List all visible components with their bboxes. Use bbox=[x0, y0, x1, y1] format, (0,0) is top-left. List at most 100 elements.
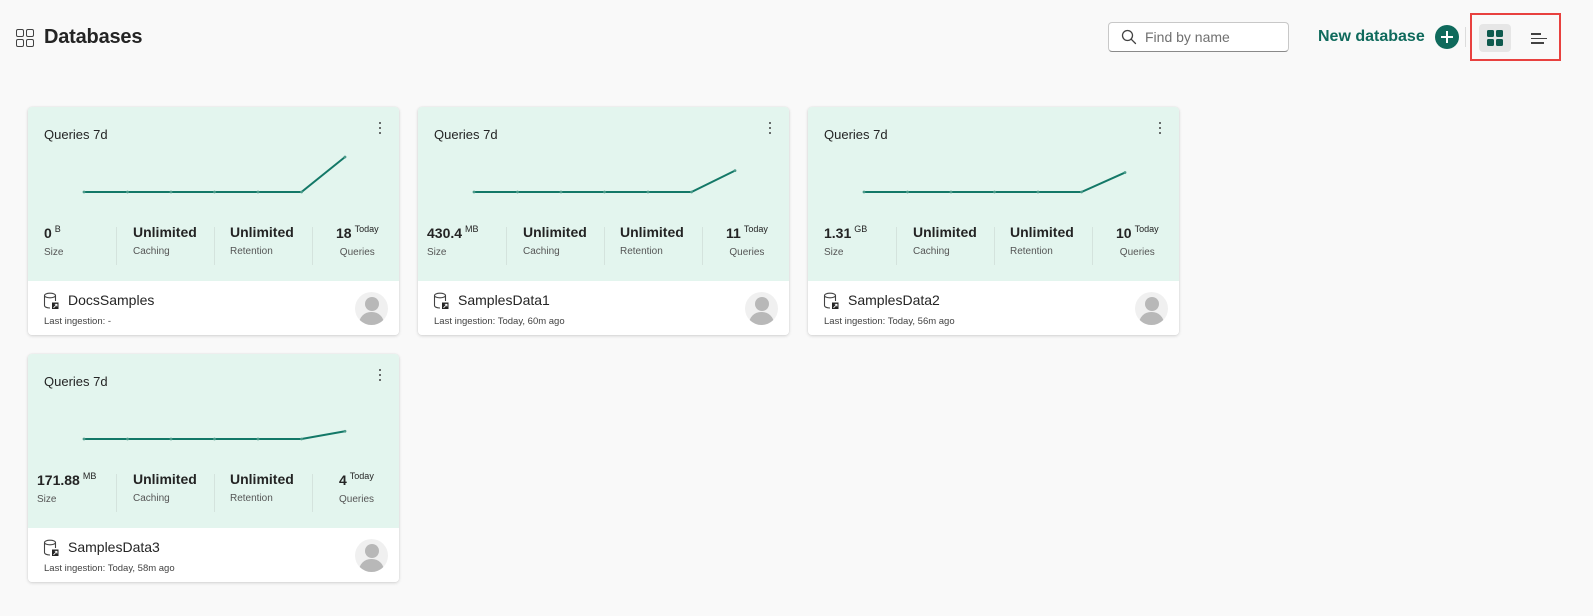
more-options-icon[interactable] bbox=[375, 366, 385, 384]
retention-label: Retention bbox=[230, 493, 273, 504]
database-card[interactable]: Queries 7d 0B Size Unlimited Caching Unl… bbox=[28, 107, 399, 335]
card-stats-panel: Queries 7d 430.4 MB Size Unlimited Cachin… bbox=[418, 107, 789, 281]
size-unit: MB bbox=[82, 471, 97, 481]
queries-sparkline bbox=[82, 429, 347, 441]
retention-value: Unlimited bbox=[1010, 224, 1074, 240]
more-options-icon[interactable] bbox=[765, 119, 775, 137]
queries-sparkline bbox=[472, 169, 737, 194]
sparkline-point bbox=[256, 190, 260, 194]
database-name-link[interactable]: DocsSamples bbox=[68, 292, 154, 308]
caching-value: Unlimited bbox=[913, 224, 977, 240]
grid-view-button[interactable] bbox=[1479, 24, 1511, 52]
last-ingestion-text: Last ingestion: - bbox=[44, 316, 112, 327]
sparkline-point bbox=[300, 190, 303, 194]
card-footer: SamplesData1 Last ingestion: Today, 60m … bbox=[418, 281, 789, 335]
list-view-button[interactable] bbox=[1523, 24, 1555, 52]
more-options-icon[interactable] bbox=[375, 119, 385, 137]
sparkline-point bbox=[169, 190, 173, 194]
sparkline-point bbox=[516, 190, 519, 194]
queries-unit: Today bbox=[349, 471, 374, 481]
owner-avatar[interactable] bbox=[745, 292, 778, 325]
sparkline-point bbox=[906, 190, 909, 194]
database-name-link[interactable]: SamplesData1 bbox=[458, 292, 550, 308]
database-shortcut-icon bbox=[43, 539, 59, 556]
metric-queries: 18 Today Queries bbox=[336, 224, 379, 264]
sparkline-point bbox=[472, 190, 476, 194]
metric-size: 0B Size bbox=[44, 224, 63, 264]
sparkline-point bbox=[343, 429, 347, 433]
new-database-button[interactable]: New database bbox=[1318, 25, 1459, 49]
metric-caching: Unlimited Caching bbox=[913, 224, 977, 264]
retention-label: Retention bbox=[230, 246, 273, 257]
sparkline-point bbox=[603, 190, 606, 194]
metric-divider bbox=[604, 227, 605, 265]
metric-queries: 10 Today Queries bbox=[1116, 224, 1159, 264]
retention-value: Unlimited bbox=[230, 224, 294, 240]
database-card[interactable]: Queries 7d 1.31 GB Size Unlimited Caching… bbox=[808, 107, 1179, 335]
queries-value: 10 bbox=[1116, 225, 1132, 241]
apps-grid-icon bbox=[16, 28, 34, 47]
caching-label: Caching bbox=[133, 493, 170, 504]
sparkline-point bbox=[862, 190, 866, 194]
size-unit: GB bbox=[854, 224, 868, 234]
database-shortcut-icon bbox=[823, 292, 839, 309]
database-name-link[interactable]: SamplesData2 bbox=[848, 292, 940, 308]
queries-sparkline bbox=[82, 155, 347, 194]
metric-size: 430.4 MB Size bbox=[427, 224, 479, 264]
chart-label: Queries 7d bbox=[824, 127, 888, 142]
metric-divider bbox=[1092, 227, 1093, 265]
sparkline-point bbox=[82, 190, 86, 194]
owner-avatar[interactable] bbox=[355, 292, 388, 325]
card-metrics: 430.4 MB Size Unlimited Caching Unlimited… bbox=[418, 224, 789, 272]
database-name-link[interactable]: SamplesData3 bbox=[68, 539, 160, 555]
size-label: Size bbox=[44, 247, 64, 258]
caching-value: Unlimited bbox=[133, 224, 197, 240]
metric-size: 171.88 MB Size bbox=[37, 471, 96, 511]
sparkline-point bbox=[126, 190, 129, 194]
sparkline-point bbox=[993, 190, 996, 194]
size-unit: B bbox=[54, 224, 61, 234]
sparkline-point bbox=[1080, 190, 1083, 194]
metric-divider bbox=[116, 474, 117, 512]
search-input[interactable] bbox=[1145, 29, 1285, 45]
metric-caching: Unlimited Caching bbox=[133, 224, 197, 264]
metric-divider bbox=[896, 227, 897, 265]
last-ingestion-text: Last ingestion: Today, 60m ago bbox=[434, 316, 565, 327]
database-shortcut-icon bbox=[433, 292, 449, 309]
size-value: 171.88 bbox=[37, 472, 80, 488]
retention-value: Unlimited bbox=[620, 224, 684, 240]
caching-label: Caching bbox=[913, 246, 950, 257]
card-footer: SamplesData3 Last ingestion: Today, 58m … bbox=[28, 528, 399, 582]
metric-size: 1.31 GB Size bbox=[824, 224, 867, 264]
more-options-icon[interactable] bbox=[1155, 119, 1165, 137]
queries-unit: Today bbox=[1134, 224, 1159, 234]
size-value: 0 bbox=[44, 225, 52, 241]
metric-retention: Unlimited Retention bbox=[230, 224, 294, 264]
sparkline-path bbox=[84, 156, 346, 193]
database-card[interactable]: Queries 7d 430.4 MB Size Unlimited Cachin… bbox=[418, 107, 789, 335]
database-card[interactable]: Queries 7d 171.88 MB Size Unlimited Cachi… bbox=[28, 354, 399, 582]
metric-divider bbox=[116, 227, 117, 265]
owner-avatar[interactable] bbox=[355, 539, 388, 572]
queries-label: Queries bbox=[339, 494, 375, 505]
metric-divider bbox=[312, 227, 313, 265]
search-box[interactable] bbox=[1108, 22, 1289, 52]
card-footer: SamplesData2 Last ingestion: Today, 56m … bbox=[808, 281, 1179, 335]
metric-divider bbox=[994, 227, 995, 265]
owner-avatar[interactable] bbox=[1135, 292, 1168, 325]
retention-label: Retention bbox=[620, 246, 663, 257]
sparkline-point bbox=[256, 437, 260, 441]
queries-value: 4 bbox=[339, 472, 347, 488]
add-circle-icon bbox=[1434, 25, 1459, 49]
sparkline-point bbox=[733, 169, 737, 173]
chart-label: Queries 7d bbox=[434, 127, 498, 142]
caching-label: Caching bbox=[523, 246, 560, 257]
card-stats-panel: Queries 7d 0B Size Unlimited Caching Unl… bbox=[28, 107, 399, 281]
queries-unit: Today bbox=[743, 224, 768, 234]
view-mode-switch bbox=[1470, 13, 1561, 61]
card-metrics: 171.88 MB Size Unlimited Caching Unlimite… bbox=[28, 471, 399, 519]
size-unit: MB bbox=[465, 224, 479, 234]
sparkline-point bbox=[559, 190, 563, 194]
list-icon bbox=[1531, 33, 1547, 44]
sparkline-point bbox=[213, 437, 216, 441]
